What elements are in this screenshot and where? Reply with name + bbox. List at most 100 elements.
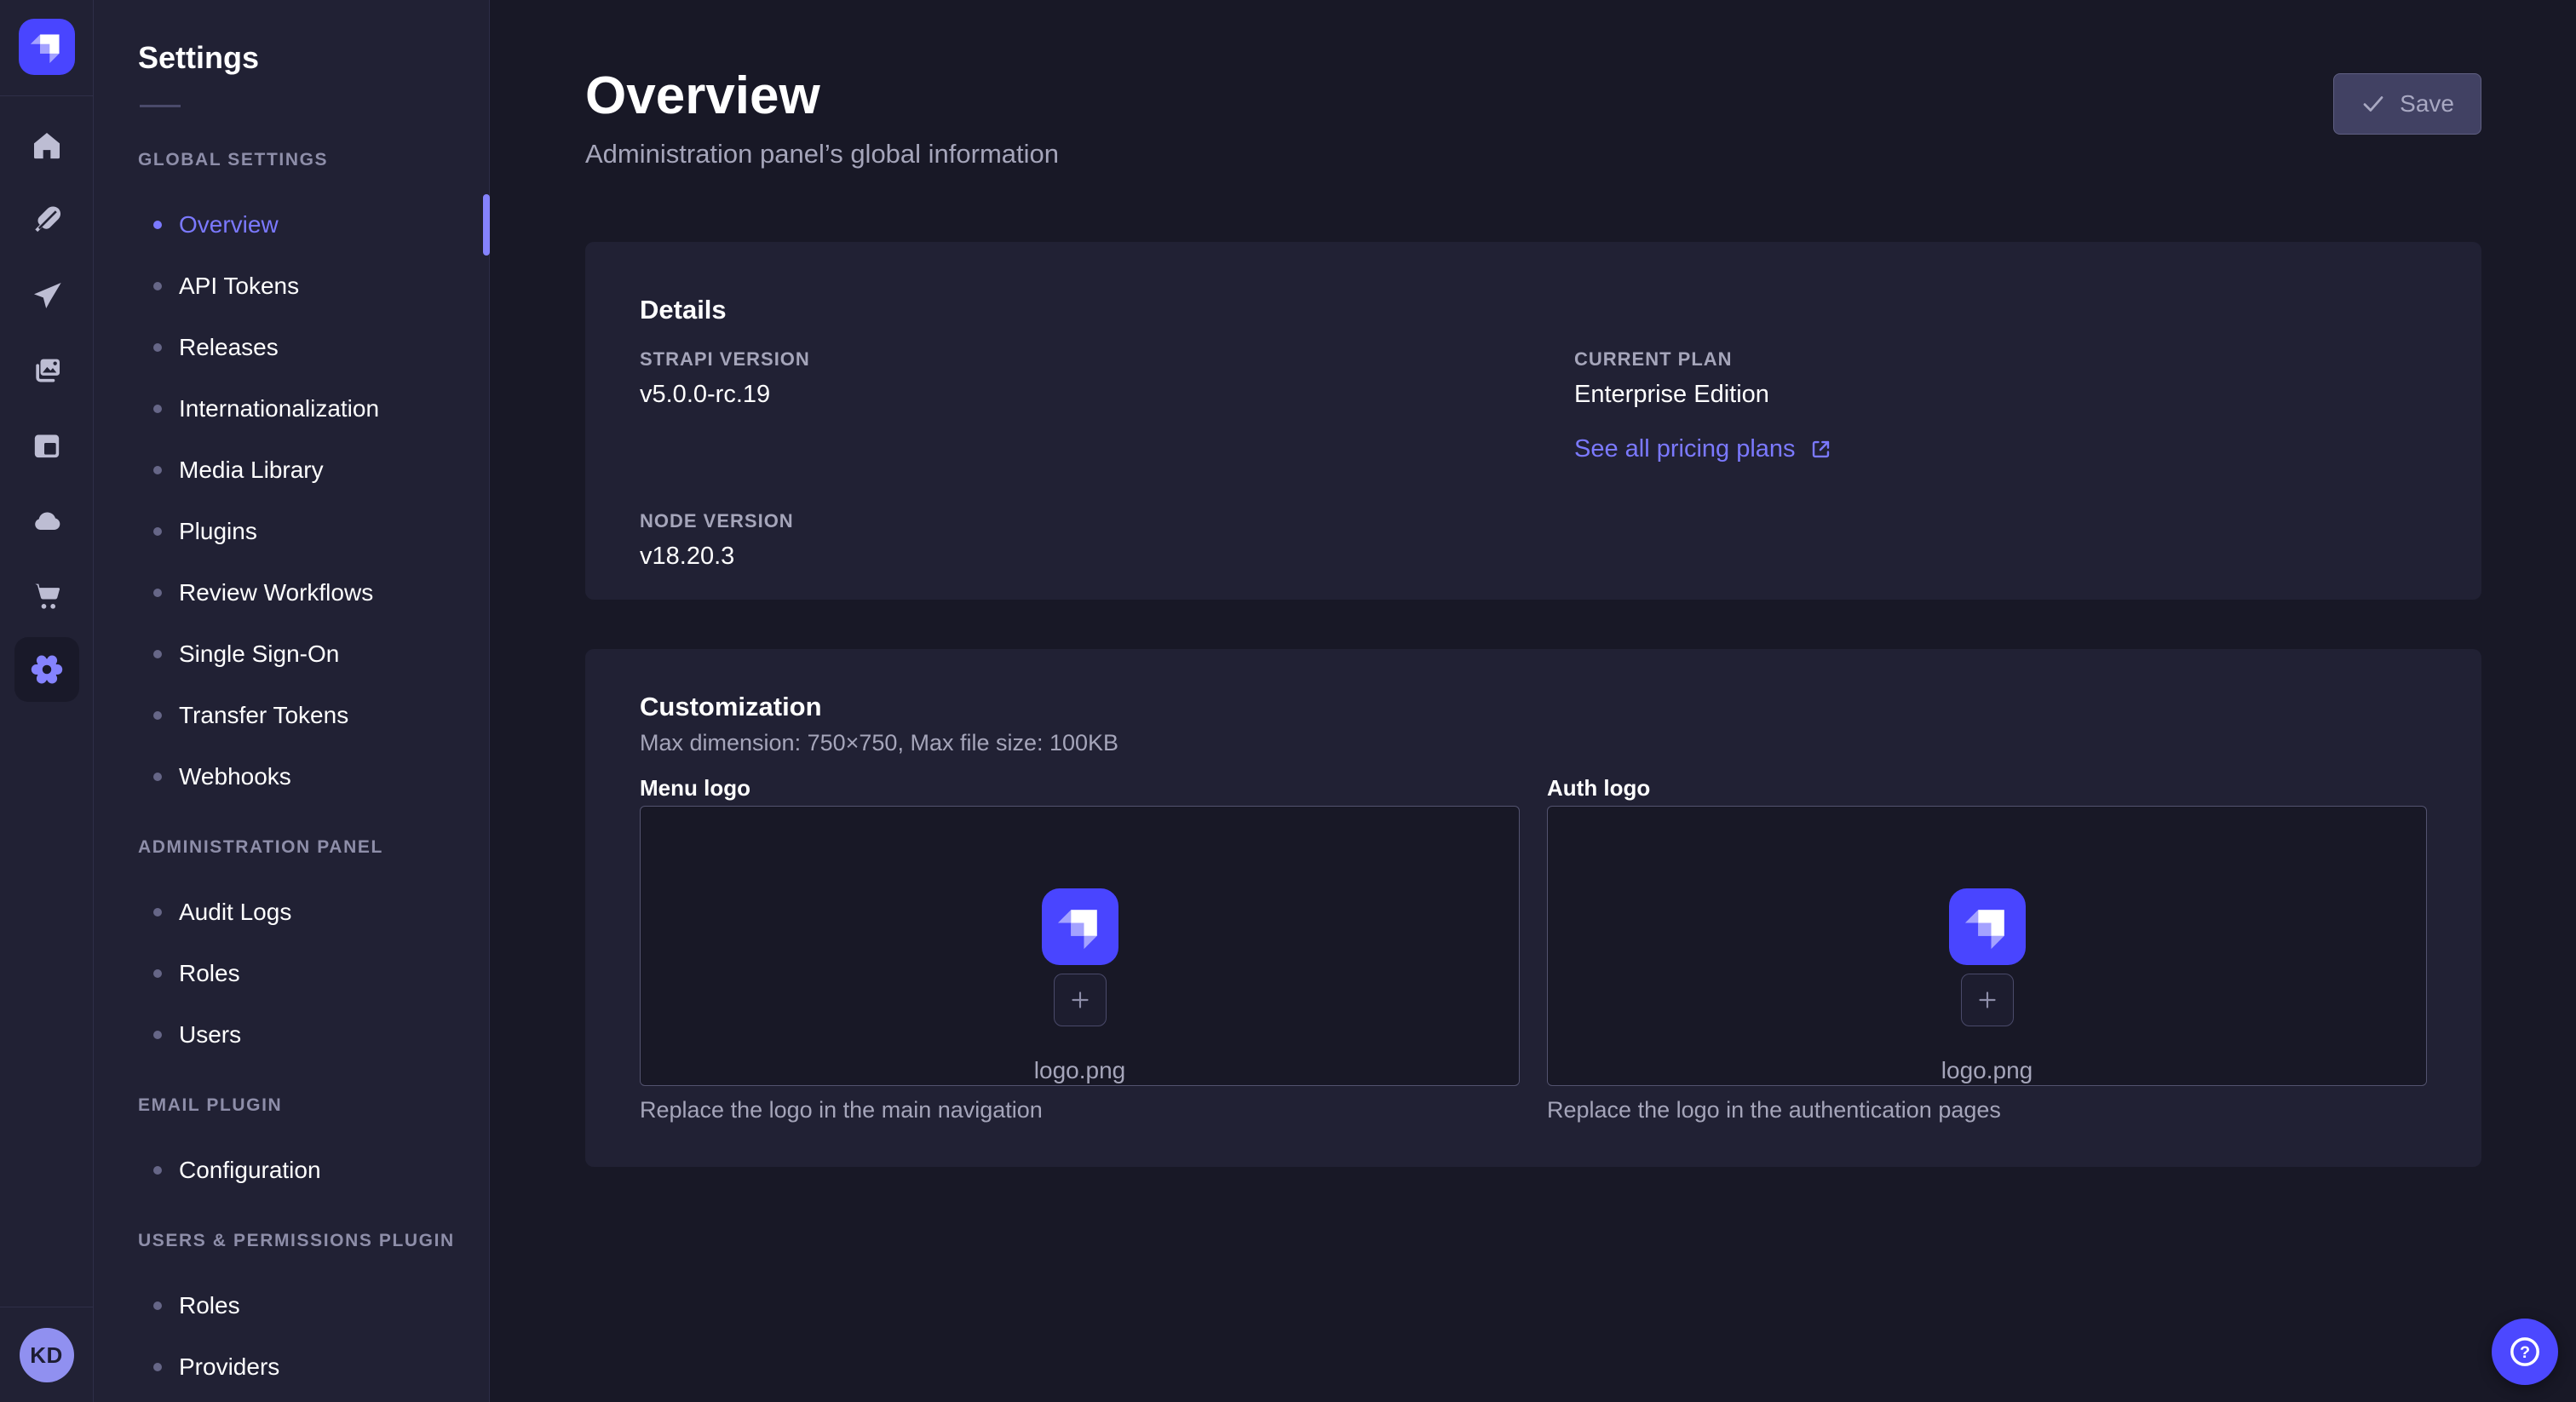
sidebar-item-label: Internationalization	[179, 394, 379, 424]
auth-logo-filename: logo.png	[1941, 1057, 2033, 1084]
add-auth-logo-button[interactable]	[1961, 974, 2014, 1026]
sidebar-item-admin-roles[interactable]: Roles	[138, 943, 469, 1004]
layout-icon[interactable]	[23, 422, 71, 469]
sidebar-item-label: Releases	[179, 332, 279, 363]
sidebar-item-overview[interactable]: Overview	[138, 194, 469, 256]
details-left-column: STRAPI VERSION v5.0.0-rc.19 NODE VERSION…	[640, 327, 1492, 572]
sidebar-item-up-roles[interactable]: Roles	[138, 1275, 469, 1336]
plus-icon	[1974, 986, 2001, 1014]
customization-card-title: Customization	[640, 690, 2427, 724]
sidebar-item-audit-logs[interactable]: Audit Logs	[138, 882, 469, 943]
bullet-icon	[153, 589, 162, 597]
customization-subtitle: Max dimension: 750×750, Max file size: 1…	[640, 727, 2427, 758]
bullet-icon	[153, 711, 162, 720]
subnav-title-divider	[140, 105, 181, 107]
bullet-icon	[153, 650, 162, 658]
subnav-scrollbar-thumb[interactable]	[483, 194, 490, 256]
menu-logo-filename: logo.png	[1034, 1057, 1125, 1084]
media-library-icon[interactable]	[23, 347, 71, 394]
field-label: STRAPI VERSION	[640, 348, 1492, 371]
sidebar-item-plugins[interactable]: Plugins	[138, 501, 469, 562]
add-menu-logo-button[interactable]	[1054, 974, 1107, 1026]
node-version-field: NODE VERSION v18.20.3	[640, 509, 1492, 572]
auth-logo-dropzone[interactable]: logo.png	[1547, 806, 2427, 1086]
details-card-title: Details	[640, 293, 2427, 327]
rail-bottom: KD	[0, 1307, 93, 1402]
bullet-icon	[153, 221, 162, 229]
sidebar-item-label: Plugins	[179, 516, 257, 547]
cart-icon[interactable]	[23, 572, 71, 619]
bullet-icon	[153, 1301, 162, 1310]
auth-logo-upload: Auth logo	[1547, 773, 2427, 1125]
sidebar-item-label: Review Workflows	[179, 577, 373, 608]
sidebar-item-internationalization[interactable]: Internationalization	[138, 378, 469, 440]
nav-list: Configuration	[138, 1140, 469, 1201]
nav-section-header: ADMINISTRATION PANEL	[138, 836, 469, 859]
bullet-icon	[153, 908, 162, 916]
icon-rail: KD	[0, 0, 94, 1402]
nav-list: Overview API Tokens Releases Internation…	[138, 194, 469, 807]
sidebar-item-email-configuration[interactable]: Configuration	[138, 1140, 469, 1201]
page-subtitle: Administration panel’s global informatio…	[585, 135, 2481, 174]
nav-section-header: USERS & PERMISSIONS PLUGIN	[138, 1230, 469, 1252]
sidebar-item-releases[interactable]: Releases	[138, 317, 469, 378]
bullet-icon	[153, 343, 162, 352]
svg-text:?: ?	[2520, 1343, 2530, 1362]
sidebar-item-webhooks[interactable]: Webhooks	[138, 746, 469, 807]
paper-plane-icon[interactable]	[23, 272, 71, 319]
cloud-icon[interactable]	[23, 497, 71, 544]
nav-list: Audit Logs Roles Users	[138, 882, 469, 1066]
sidebar-item-admin-users[interactable]: Users	[138, 1004, 469, 1066]
question-mark-icon: ?	[2507, 1334, 2543, 1370]
save-button[interactable]: Save	[2333, 73, 2481, 135]
bullet-icon	[153, 466, 162, 474]
user-avatar[interactable]: KD	[20, 1328, 74, 1382]
auth-logo-label: Auth logo	[1547, 773, 2427, 802]
bullet-icon	[153, 1363, 162, 1371]
sidebar-item-label: Providers	[179, 1352, 279, 1382]
auth-logo-preview	[1949, 888, 2026, 965]
bullet-icon	[153, 773, 162, 781]
plus-icon	[1067, 986, 1094, 1014]
help-button[interactable]: ?	[2492, 1319, 2558, 1385]
pricing-plans-link-label: See all pricing plans	[1574, 433, 1796, 465]
sidebar-item-api-tokens[interactable]: API Tokens	[138, 256, 469, 317]
nav-section-email-plugin: EMAIL PLUGIN Configuration	[138, 1095, 469, 1201]
sidebar-item-label: Configuration	[179, 1155, 321, 1186]
settings-subnav: Settings GLOBAL SETTINGS Overview API To…	[94, 0, 490, 1402]
strapi-logo[interactable]	[19, 19, 75, 75]
menu-logo-caption: Replace the logo in the main navigation	[640, 1095, 1520, 1125]
sidebar-item-label: Users	[179, 1020, 241, 1050]
pricing-plans-link[interactable]: See all pricing plans	[1574, 433, 1833, 465]
bullet-icon	[153, 527, 162, 536]
sidebar-item-label: Transfer Tokens	[179, 700, 348, 731]
sidebar-item-review-workflows[interactable]: Review Workflows	[138, 562, 469, 623]
check-icon	[2360, 91, 2386, 117]
sidebar-item-label: API Tokens	[179, 271, 299, 302]
sidebar-item-transfer-tokens[interactable]: Transfer Tokens	[138, 685, 469, 746]
details-grid: STRAPI VERSION v5.0.0-rc.19 NODE VERSION…	[640, 327, 2427, 572]
home-icon[interactable]	[23, 122, 71, 170]
settings-gear-icon[interactable]	[14, 637, 79, 702]
bullet-icon	[153, 1166, 162, 1175]
sidebar-item-single-sign-on[interactable]: Single Sign-On	[138, 623, 469, 685]
field-value: v18.20.3	[640, 540, 1492, 572]
rail-divider	[0, 95, 94, 96]
sidebar-item-media-library[interactable]: Media Library	[138, 440, 469, 501]
nav-section-global-settings: GLOBAL SETTINGS Overview API Tokens Rele…	[138, 149, 469, 807]
sidebar-item-up-providers[interactable]: Providers	[138, 1336, 469, 1398]
menu-logo-dropzone[interactable]: logo.png	[640, 806, 1520, 1086]
field-value: Enterprise Edition	[1574, 378, 2427, 411]
field-label: CURRENT PLAN	[1574, 348, 2427, 371]
sidebar-item-label: Audit Logs	[179, 897, 291, 928]
menu-logo-upload: Menu logo	[640, 773, 1520, 1125]
strapi-admin-app: KD Settings GLOBAL SETTINGS Overview API…	[0, 0, 2576, 1402]
bullet-icon	[153, 282, 162, 290]
field-value: v5.0.0-rc.19	[640, 378, 1492, 411]
logo-uploads: Menu logo	[640, 773, 2427, 1125]
external-link-icon	[1808, 437, 1833, 462]
page-title: Overview	[585, 65, 2481, 128]
bullet-icon	[153, 1031, 162, 1039]
current-plan-field: CURRENT PLAN Enterprise Edition	[1574, 348, 2427, 411]
feather-icon[interactable]	[23, 197, 71, 244]
